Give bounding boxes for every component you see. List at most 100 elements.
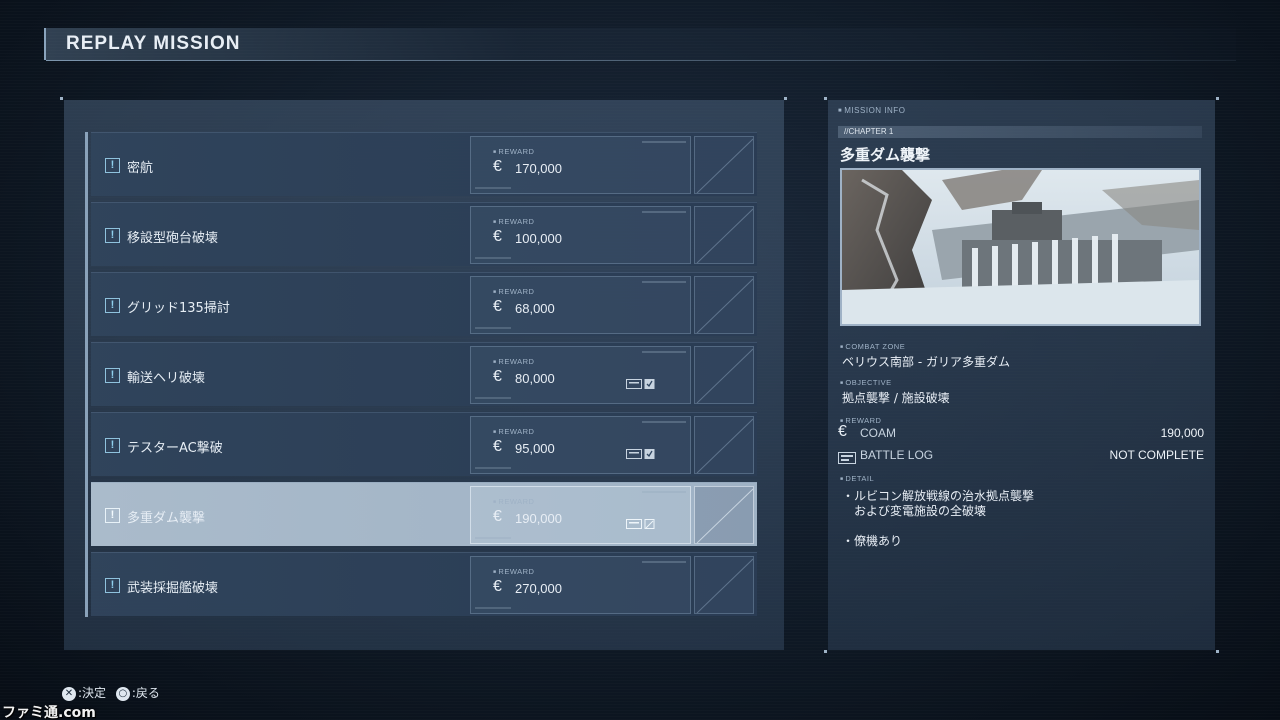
decor-line (475, 467, 511, 469)
reward-value: 95,000 (515, 441, 555, 456)
decor-line (642, 141, 686, 143)
battle-log-status: NOT COMPLETE (1109, 448, 1204, 462)
reward-label: REWARD (493, 287, 534, 296)
reward-value: 100,000 (515, 231, 562, 246)
mission-row[interactable]: ! 密航 REWARD € 170,000 (91, 132, 757, 196)
battle-log-icon (838, 449, 856, 468)
decor-line (475, 607, 511, 609)
back-label: :戻る (131, 686, 160, 700)
detail-line: および変電施設の全破壊 (842, 504, 987, 518)
objective-label: OBJECTIVE (840, 378, 892, 387)
watermark-logo: ファミ通.com (2, 705, 96, 720)
reward-value: 80,000 (515, 371, 555, 386)
alert-icon: ! (105, 508, 120, 523)
decor-line (642, 211, 686, 213)
corner-mark (60, 97, 63, 100)
mission-name: 武装採掘艦破壊 (127, 581, 219, 596)
battle-log-label: BATTLE LOG (860, 448, 934, 462)
objective-value: 拠点襲撃 / 施設破壊 (842, 391, 950, 405)
decor-line (642, 491, 686, 493)
reward-value: 190,000 (515, 511, 562, 526)
mission-preview-image (840, 168, 1201, 326)
mission-title: 多重ダム襲撃 (840, 146, 931, 164)
euro-icon: € (838, 423, 847, 440)
mission-row[interactable]: ! 移設型砲台破壊 REWARD € 100,000 (91, 202, 757, 266)
combat-zone-label: COMBAT ZONE (840, 342, 905, 351)
mission-name: 移設型砲台破壊 (127, 231, 219, 246)
back-prompt[interactable]: ○:戻る (115, 684, 160, 701)
alert-icon: ! (105, 578, 120, 593)
reward-label: REWARD (493, 497, 534, 506)
reward-label: REWARD (493, 147, 534, 156)
battle-log-icon (626, 375, 656, 389)
euro-icon: € (493, 368, 502, 385)
corner-mark (1216, 97, 1219, 100)
page-title: REPLAY MISSION (66, 33, 241, 54)
reward-value: 270,000 (515, 581, 562, 596)
battle-log-row: BATTLE LOG NOT COMPLETE (838, 447, 1204, 465)
euro-icon: € (493, 438, 502, 455)
combat-zone-value: ベリウス南部 - ガリア多重ダム (842, 355, 1010, 369)
reward-box: REWARD € 170,000 (470, 136, 691, 194)
mission-row[interactable]: ! テスターAC撃破 REWARD € 95,000 (91, 412, 757, 476)
euro-icon: € (493, 228, 502, 245)
battle-log-icon (626, 515, 656, 529)
mission-name: グリッド135掃討 (127, 301, 230, 316)
mission-thumbnail-placeholder (694, 346, 754, 404)
decor-line (475, 537, 511, 539)
mission-name: 多重ダム襲撃 (127, 511, 206, 526)
mission-name: テスターAC撃破 (127, 441, 223, 456)
mission-thumbnail-placeholder (694, 136, 754, 194)
euro-icon: € (493, 298, 502, 315)
reward-label: REWARD (493, 217, 534, 226)
reward-box: REWARD € 68,000 (470, 276, 691, 334)
alert-icon: ! (105, 298, 120, 313)
coam-row: € COAM 190,000 (838, 423, 1204, 443)
mission-name: 密航 (127, 161, 154, 176)
mission-info-header: MISSION INFO (838, 106, 905, 115)
battle-log-icon (626, 445, 656, 459)
mission-row[interactable]: ! 多重ダム襲撃 REWARD € 190,000 (91, 482, 757, 546)
confirm-prompt[interactable]: ✕:決定 (62, 684, 106, 701)
reward-label: REWARD (493, 567, 534, 576)
alert-icon: ! (105, 158, 120, 173)
chapter-label: //CHAPTER 1 (844, 127, 894, 136)
corner-mark (784, 97, 787, 100)
detail-line: ・僚機あり (842, 534, 903, 548)
reward-label: REWARD (493, 357, 534, 366)
reward-box: REWARD € 100,000 (470, 206, 691, 264)
list-scroll-rail[interactable] (85, 132, 88, 617)
decor-line (475, 397, 511, 399)
decor-line (475, 327, 511, 329)
mission-row[interactable]: ! 武装採掘艦破壊 REWARD € 270,000 (91, 552, 757, 616)
decor-line (475, 187, 511, 189)
mission-thumbnail-placeholder (694, 276, 754, 334)
mission-thumbnail-placeholder (694, 486, 754, 544)
decor-line (475, 257, 511, 259)
mission-thumbnail-placeholder (694, 416, 754, 474)
title-bar: REPLAY MISSION (44, 28, 1236, 61)
detail-label: DETAIL (840, 474, 874, 483)
coam-value: 190,000 (1160, 426, 1204, 440)
confirm-label: :決定 (78, 686, 107, 700)
chapter-bar: //CHAPTER 1 (838, 126, 1202, 138)
reward-label: REWARD (493, 427, 534, 436)
euro-icon: € (493, 578, 502, 595)
alert-icon: ! (105, 368, 120, 383)
alert-icon: ! (105, 228, 120, 243)
mission-thumbnail-placeholder (694, 206, 754, 264)
corner-mark (1216, 650, 1219, 653)
circle-button-icon: ○ (115, 686, 130, 701)
mission-row[interactable]: ! 輸送ヘリ破壊 REWARD € 80,000 (91, 342, 757, 406)
corner-mark (824, 97, 827, 100)
decor-line (642, 281, 686, 283)
mission-row[interactable]: ! グリッド135掃討 REWARD € 68,000 (91, 272, 757, 336)
reward-box: REWARD € 80,000 (470, 346, 691, 404)
mission-name: 輸送ヘリ破壊 (127, 371, 206, 386)
alert-icon: ! (105, 438, 120, 453)
reward-box: REWARD € 190,000 (470, 486, 691, 544)
reward-box: REWARD € 95,000 (470, 416, 691, 474)
button-prompts: ✕:決定 ○:戻る (62, 684, 166, 702)
euro-icon: € (493, 158, 502, 175)
decor-line (642, 351, 686, 353)
